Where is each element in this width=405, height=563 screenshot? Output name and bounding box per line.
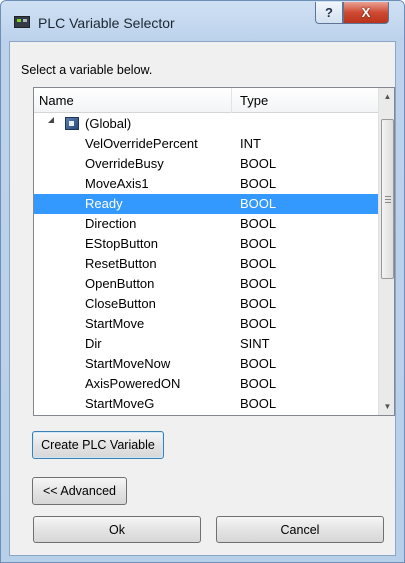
variable-name: Dir <box>85 336 102 351</box>
advanced-toggle-button[interactable]: << Advanced <box>32 477 127 505</box>
vertical-scrollbar[interactable]: ▲ ▼ <box>378 88 394 415</box>
variable-name: OverrideBusy <box>85 156 164 171</box>
variable-row[interactable]: Ready BOOL <box>34 194 378 214</box>
variable-type: BOOL <box>240 216 277 231</box>
variable-type: BOOL <box>240 396 277 411</box>
scrollbar-thumb[interactable] <box>381 119 394 279</box>
variable-row[interactable]: VelOverridePercent INT <box>34 134 378 154</box>
thumb-grip-icon <box>385 196 391 203</box>
instruction-label: Select a variable below. <box>21 63 153 77</box>
plc-app-icon <box>14 16 30 28</box>
variable-row[interactable]: StartMove BOOL <box>34 314 378 334</box>
variable-type: BOOL <box>240 196 277 211</box>
variable-type: BOOL <box>240 256 277 271</box>
variable-name: OpenButton <box>85 276 155 291</box>
variable-name: MoveAxis1 <box>85 176 149 191</box>
help-button[interactable]: ? <box>315 2 343 24</box>
variable-row[interactable]: OpenButton BOOL <box>34 274 378 294</box>
variable-name: StartMoveNow <box>85 356 171 371</box>
variable-row[interactable]: OverrideBusy BOOL <box>34 154 378 174</box>
variable-name: AxisPoweredON <box>85 376 181 391</box>
variable-type: BOOL <box>240 156 277 171</box>
column-header-type[interactable]: Type <box>232 88 378 113</box>
variable-row[interactable]: StartMoveG BOOL <box>34 394 378 414</box>
variable-name: Direction <box>85 216 137 231</box>
plc-variable-selector-dialog: PLC Variable Selector ? X Select a varia… <box>0 0 405 563</box>
close-button[interactable]: X <box>343 2 389 24</box>
variable-row[interactable]: ResetButton BOOL <box>34 254 378 274</box>
dialog-body: Select a variable below. Name Type (Glob… <box>9 41 396 556</box>
variable-type: BOOL <box>240 376 277 391</box>
variable-type: BOOL <box>240 296 277 311</box>
tree-group-global[interactable]: (Global) <box>34 114 378 134</box>
create-plc-variable-button[interactable]: Create PLC Variable <box>32 431 164 459</box>
scroll-up-arrow-icon[interactable]: ▲ <box>379 88 394 105</box>
collapse-caret-icon[interactable] <box>48 117 54 123</box>
variable-row[interactable]: StartMoveNow BOOL <box>34 354 378 374</box>
tree-header: Name Type <box>34 88 378 113</box>
window-title: PLC Variable Selector <box>38 15 175 31</box>
variable-type: INT <box>240 136 261 151</box>
variable-type: BOOL <box>240 316 277 331</box>
scroll-down-arrow-icon[interactable]: ▼ <box>379 398 394 415</box>
variable-row[interactable]: Dir SINT <box>34 334 378 354</box>
ok-button[interactable]: Ok <box>33 516 201 543</box>
group-label: (Global) <box>85 116 132 131</box>
title-bar[interactable]: PLC Variable Selector ? X <box>1 1 404 41</box>
global-folder-icon <box>65 117 79 130</box>
variable-type: BOOL <box>240 176 277 191</box>
cancel-button[interactable]: Cancel <box>216 516 384 543</box>
variable-row[interactable]: MoveAxis1 BOOL <box>34 174 378 194</box>
variable-tree[interactable]: Name Type (Global) VelOverridePercent INT… <box>33 87 395 416</box>
variable-name: CloseButton <box>85 296 156 311</box>
column-header-name[interactable]: Name <box>34 88 232 113</box>
variable-type: SINT <box>240 336 270 351</box>
variable-type: BOOL <box>240 356 277 371</box>
variable-name: ResetButton <box>85 256 157 271</box>
variable-type: BOOL <box>240 236 277 251</box>
variable-row[interactable]: EStopButton BOOL <box>34 234 378 254</box>
variable-name: StartMove <box>85 316 145 331</box>
variable-name: EStopButton <box>85 236 158 251</box>
variable-row[interactable]: Direction BOOL <box>34 214 378 234</box>
variable-row[interactable]: AxisPoweredON BOOL <box>34 374 378 394</box>
variable-name: StartMoveG <box>85 396 155 411</box>
variable-row[interactable]: CloseButton BOOL <box>34 294 378 314</box>
variable-type: BOOL <box>240 276 277 291</box>
variable-name: VelOverridePercent <box>85 136 198 151</box>
variable-name: Ready <box>85 196 123 211</box>
